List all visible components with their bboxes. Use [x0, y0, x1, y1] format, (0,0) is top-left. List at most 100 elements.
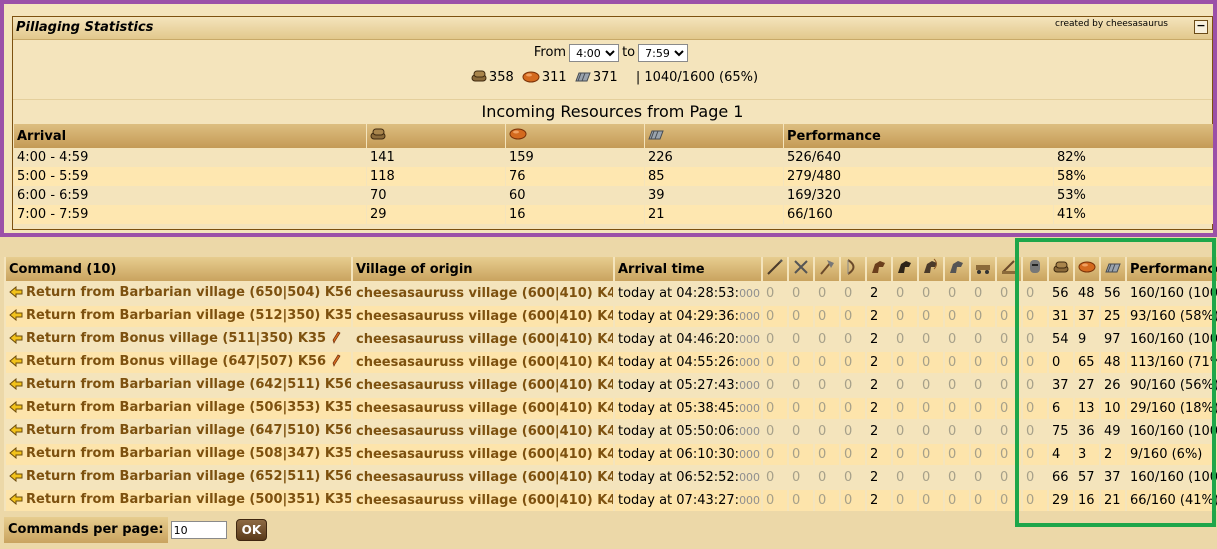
- unit-header: [995, 257, 1022, 282]
- sword-icon: [791, 260, 811, 281]
- collapse-button[interactable]: −: [1194, 20, 1208, 34]
- unit-count: 0: [1021, 419, 1048, 443]
- to-time-select[interactable]: 7:59: [638, 44, 689, 62]
- performance-cell: 160/160 (100%): [1125, 419, 1217, 443]
- origin-village-link[interactable]: cheesasauruss village (600|410) K46: [356, 286, 614, 301]
- origin-cell: cheesasauruss village (600|410) K46: [351, 419, 614, 443]
- command-link[interactable]: Return from Barbarian village (508|347) …: [26, 446, 352, 461]
- from-time-select[interactable]: 4:00: [569, 44, 620, 62]
- command-cell: Return from Barbarian village (512|350) …: [4, 304, 352, 328]
- origin-cell: cheesasauruss village (600|410) K46: [351, 327, 614, 351]
- resource-clay: 65: [1073, 350, 1100, 374]
- cell-haul: 526/640: [783, 148, 1054, 167]
- performance-header: Performance: [782, 124, 1213, 148]
- total-iron: 371: [592, 70, 618, 85]
- origin-cell: cheesasauruss village (600|410) K46: [351, 465, 614, 489]
- unit-count: 0: [917, 350, 944, 374]
- command-header[interactable]: Command (10): [4, 257, 352, 282]
- table-row: Return from Barbarian village (652|511) …: [4, 465, 1217, 489]
- unit-count: 0: [839, 419, 866, 443]
- command-cell: Return from Barbarian village (506|353) …: [4, 396, 352, 420]
- command-link[interactable]: Return from Barbarian village (642|511) …: [26, 377, 352, 392]
- origin-header[interactable]: Village of origin: [351, 257, 614, 282]
- incoming-resources-table: Arrival Performance 4:00 - 4:59 141 159 226…: [13, 124, 1213, 224]
- unit-count: 0: [969, 465, 996, 489]
- unit-count: 0: [813, 373, 840, 397]
- unit-count: 0: [995, 396, 1022, 420]
- mounted-archer-icon: [921, 258, 941, 281]
- unit-count: 0: [995, 350, 1022, 374]
- commands-table: Command (10) Village of origin Arrival t…: [4, 257, 1217, 511]
- clay-icon: [522, 71, 540, 87]
- origin-village-link[interactable]: cheesasauruss village (600|410) K46: [356, 424, 614, 439]
- arrival-cell: today at 04:46:20:000: [613, 327, 762, 351]
- origin-village-link[interactable]: cheesasauruss village (600|410) K46: [356, 401, 614, 416]
- arrival-cell: today at 06:52:52:000: [613, 465, 762, 489]
- origin-village-link[interactable]: cheesasauruss village (600|410) K46: [356, 470, 614, 485]
- origin-village-link[interactable]: cheesasauruss village (600|410) K46: [356, 493, 614, 508]
- unit-count: 0: [813, 488, 840, 511]
- command-link[interactable]: Return from Barbarian village (506|353) …: [26, 400, 352, 415]
- unit-count: 0: [787, 304, 814, 328]
- ok-button[interactable]: OK: [235, 519, 268, 541]
- command-link[interactable]: Return from Bonus village (511|350) K35: [26, 331, 326, 346]
- command-link[interactable]: Return from Barbarian village (652|511) …: [26, 469, 352, 484]
- command-link[interactable]: Return from Bonus village (647|507) K56: [26, 354, 326, 369]
- resource-wood: 29: [1047, 488, 1074, 511]
- resource-totals: 358 311 371 | 1040/1600 (65%): [13, 69, 1212, 89]
- unit-count: 0: [1021, 396, 1048, 420]
- arrival-time-header[interactable]: Arrival time: [613, 257, 762, 282]
- origin-village-link[interactable]: cheesasauruss village (600|410) K46: [356, 355, 614, 370]
- table-row: 6:00 - 6:59 70 60 39 169/320 53%: [13, 186, 1213, 205]
- unit-count: 0: [969, 304, 996, 328]
- unit-count: 2: [865, 442, 892, 466]
- rename-icon[interactable]: [331, 354, 341, 371]
- unit-count: 0: [813, 304, 840, 328]
- unit-count: 0: [1021, 281, 1048, 305]
- unit-count: 0: [969, 281, 996, 305]
- command-cell: Return from Bonus village (647|507) K56: [4, 350, 352, 374]
- to-label: to: [622, 45, 636, 60]
- arrival-ms: 000: [739, 402, 761, 415]
- unit-count: 0: [891, 327, 918, 351]
- time-filter: From 4:00 to 7:59: [13, 44, 1212, 62]
- wood-icon: [370, 128, 386, 145]
- unit-count: 0: [839, 327, 866, 351]
- origin-village-link[interactable]: cheesasauruss village (600|410) K46: [356, 332, 614, 347]
- unit-count: 2: [865, 304, 892, 328]
- origin-village-link[interactable]: cheesasauruss village (600|410) K46: [356, 378, 614, 393]
- unit-count: 0: [787, 373, 814, 397]
- command-link[interactable]: Return from Barbarian village (500|351) …: [26, 492, 352, 507]
- table-row: Return from Bonus village (647|507) K56 c…: [4, 350, 1217, 374]
- unit-count: 2: [865, 373, 892, 397]
- resource-clay: 9: [1073, 327, 1100, 351]
- cell-clay: 76: [505, 167, 645, 186]
- knight-icon: [1025, 260, 1045, 281]
- unit-count: 0: [761, 396, 788, 420]
- cell-arrival: 4:00 - 4:59: [13, 148, 367, 167]
- resource-clay: 16: [1073, 488, 1100, 511]
- cell-iron: 21: [644, 205, 784, 224]
- origin-cell: cheesasauruss village (600|410) K46: [351, 350, 614, 374]
- resource-clay: 36: [1073, 419, 1100, 443]
- cell-wood: 141: [366, 148, 506, 167]
- unit-count: 0: [1021, 373, 1048, 397]
- command-link[interactable]: Return from Barbarian village (512|350) …: [26, 308, 352, 323]
- unit-count: 0: [1021, 327, 1048, 351]
- origin-village-link[interactable]: cheesasauruss village (600|410) K46: [356, 309, 614, 324]
- unit-count: 0: [995, 281, 1022, 305]
- table-row: 7:00 - 7:59 29 16 21 66/160 41%: [13, 205, 1213, 224]
- origin-cell: cheesasauruss village (600|410) K46: [351, 396, 614, 420]
- origin-cell: cheesasauruss village (600|410) K46: [351, 281, 614, 305]
- command-cell: Return from Barbarian village (650|504) …: [4, 281, 352, 305]
- return-arrow-icon: [9, 492, 23, 509]
- commands-per-page-input[interactable]: [170, 521, 227, 539]
- unit-count: 0: [761, 327, 788, 351]
- return-arrow-icon: [9, 308, 23, 325]
- resource-iron: 48: [1099, 350, 1126, 374]
- table-row: Return from Barbarian village (642|511) …: [4, 373, 1217, 397]
- origin-village-link[interactable]: cheesasauruss village (600|410) K46: [356, 447, 614, 462]
- command-link[interactable]: Return from Barbarian village (647|510) …: [26, 423, 352, 438]
- command-link[interactable]: Return from Barbarian village (650|504) …: [26, 285, 352, 300]
- rename-icon[interactable]: [331, 331, 341, 348]
